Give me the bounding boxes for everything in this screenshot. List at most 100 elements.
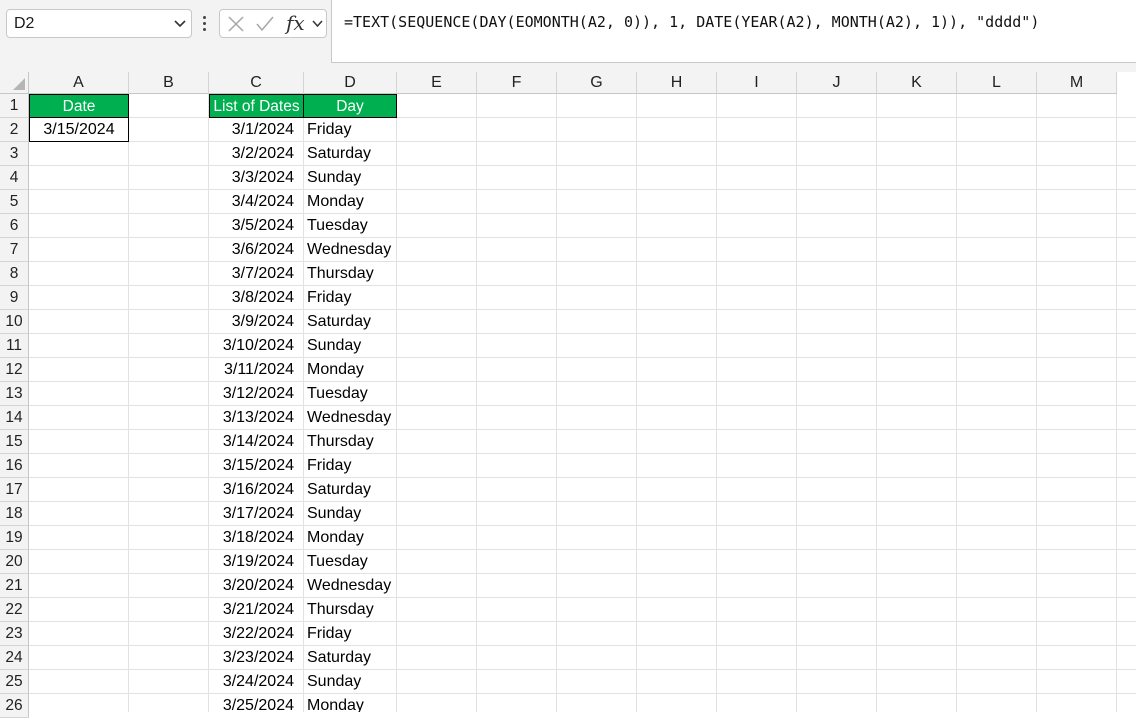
cell-d18[interactable]: Sunday [304,502,397,526]
cell-d7[interactable]: Wednesday [304,238,397,262]
cell-d23[interactable]: Friday [304,622,397,646]
row-header-3[interactable]: 3 [0,142,29,166]
row-header-6[interactable]: 6 [0,214,29,238]
cell-c12[interactable]: 3/11/2024 [209,358,304,382]
cell-d16[interactable]: Friday [304,454,397,478]
cell-d14[interactable]: Wednesday [304,406,397,430]
column-header-e[interactable]: E [397,72,477,94]
cell-c23[interactable]: 3/22/2024 [209,622,304,646]
column-header-d[interactable]: D [304,72,397,94]
row-header-4[interactable]: 4 [0,166,29,190]
row-header-13[interactable]: 13 [0,382,29,406]
row-header-15[interactable]: 15 [0,430,29,454]
column-header-c[interactable]: C [209,72,304,94]
cell-d3[interactable]: Saturday [304,142,397,166]
row-header-8[interactable]: 8 [0,262,29,286]
cell-d25[interactable]: Sunday [304,670,397,694]
column-header-j[interactable]: J [797,72,877,94]
cell-d15[interactable]: Thursday [304,430,397,454]
column-header-a[interactable]: A [29,72,129,94]
column-header-f[interactable]: F [477,72,557,94]
cell-d10[interactable]: Saturday [304,310,397,334]
cell-c2[interactable]: 3/1/2024 [209,118,304,142]
cell-d20[interactable]: Tuesday [304,550,397,574]
column-header-i[interactable]: I [717,72,797,94]
row-header-26[interactable]: 26 [0,694,29,718]
cell-d22[interactable]: Thursday [304,598,397,622]
cell-c26[interactable]: 3/25/2024 [209,694,304,712]
cell-d12[interactable]: Monday [304,358,397,382]
row-header-23[interactable]: 23 [0,622,29,646]
row-header-2[interactable]: 2 [0,118,29,142]
cell-c7[interactable]: 3/6/2024 [209,238,304,262]
cell-c9[interactable]: 3/8/2024 [209,286,304,310]
column-header-m[interactable]: M [1037,72,1117,94]
cell-c5[interactable]: 3/4/2024 [209,190,304,214]
column-header-g[interactable]: G [557,72,637,94]
cell-c8[interactable]: 3/7/2024 [209,262,304,286]
cell-c17[interactable]: 3/16/2024 [209,478,304,502]
cell-c13[interactable]: 3/12/2024 [209,382,304,406]
cell-d2[interactable]: Friday [304,118,397,142]
formula-input[interactable]: =TEXT(SEQUENCE(DAY(EOMONTH(A2, 0)), 1, D… [331,0,1136,63]
row-header-21[interactable]: 21 [0,574,29,598]
row-header-9[interactable]: 9 [0,286,29,310]
cell-d6[interactable]: Tuesday [304,214,397,238]
function-icon[interactable]: fx [286,11,305,35]
column-header-k[interactable]: K [877,72,957,94]
cell-a1[interactable]: Date [29,94,129,118]
row-header-5[interactable]: 5 [0,190,29,214]
cell-c19[interactable]: 3/18/2024 [209,526,304,550]
cell-c11[interactable]: 3/10/2024 [209,334,304,358]
row-header-25[interactable]: 25 [0,670,29,694]
cell-d4[interactable]: Sunday [304,166,397,190]
column-header-b[interactable]: B [129,72,209,94]
row-header-14[interactable]: 14 [0,406,29,430]
row-header-11[interactable]: 11 [0,334,29,358]
cell-d21[interactable]: Wednesday [304,574,397,598]
cell-c1[interactable]: List of Dates [209,94,304,118]
cell-c10[interactable]: 3/9/2024 [209,310,304,334]
cell-c6[interactable]: 3/5/2024 [209,214,304,238]
row-header-16[interactable]: 16 [0,454,29,478]
column-header-l[interactable]: L [957,72,1037,94]
cell-d13[interactable]: Tuesday [304,382,397,406]
cell-d26[interactable]: Monday [304,694,397,712]
row-header-22[interactable]: 22 [0,598,29,622]
enter-icon[interactable] [256,16,274,32]
row-header-10[interactable]: 10 [0,310,29,334]
cell-c14[interactable]: 3/13/2024 [209,406,304,430]
cell-c15[interactable]: 3/14/2024 [209,430,304,454]
chevron-down-icon[interactable] [312,19,323,29]
more-options-icon[interactable] [201,15,207,33]
cell-d17[interactable]: Saturday [304,478,397,502]
cell-d19[interactable]: Monday [304,526,397,550]
row-header-1[interactable]: 1 [0,94,29,118]
cell-c25[interactable]: 3/24/2024 [209,670,304,694]
row-header-12[interactable]: 12 [0,358,29,382]
row-header-19[interactable]: 19 [0,526,29,550]
cell-d1[interactable]: Day [304,94,397,118]
select-all-button[interactable] [0,72,29,94]
column-header-h[interactable]: H [637,72,717,94]
cell-d8[interactable]: Thursday [304,262,397,286]
name-box[interactable]: D2 [6,9,192,38]
cell-c20[interactable]: 3/19/2024 [209,550,304,574]
cell-d11[interactable]: Sunday [304,334,397,358]
cell-d5[interactable]: Monday [304,190,397,214]
cancel-icon[interactable] [228,16,244,32]
row-header-7[interactable]: 7 [0,238,29,262]
cell-d9[interactable]: Friday [304,286,397,310]
row-header-17[interactable]: 17 [0,478,29,502]
cell-a2[interactable]: 3/15/2024 [29,118,129,142]
cell-c22[interactable]: 3/21/2024 [209,598,304,622]
cell-c21[interactable]: 3/20/2024 [209,574,304,598]
row-header-20[interactable]: 20 [0,550,29,574]
chevron-down-icon[interactable] [174,19,186,29]
cell-c4[interactable]: 3/3/2024 [209,166,304,190]
cell-c18[interactable]: 3/17/2024 [209,502,304,526]
row-header-18[interactable]: 18 [0,502,29,526]
cell-c16[interactable]: 3/15/2024 [209,454,304,478]
row-header-24[interactable]: 24 [0,646,29,670]
cell-c24[interactable]: 3/23/2024 [209,646,304,670]
